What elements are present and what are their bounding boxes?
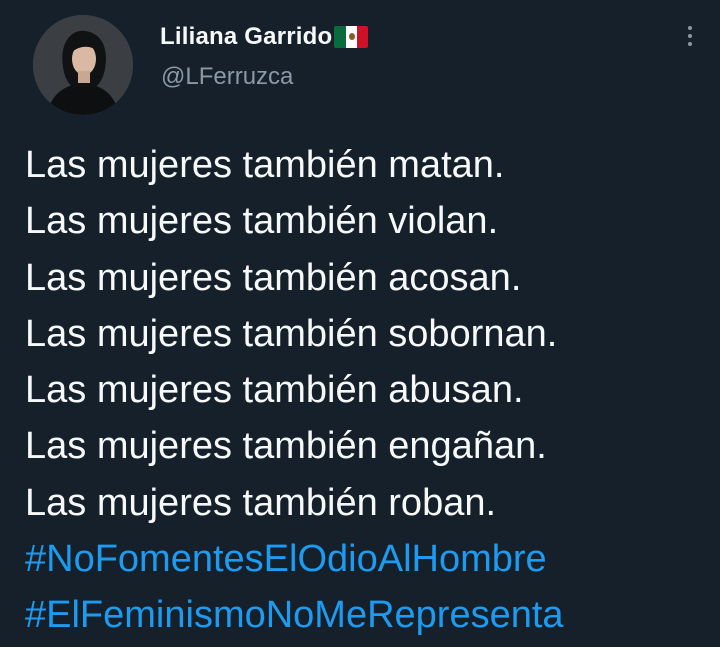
hashtag-link[interactable]: #NoFomentesElOdioAlHombre <box>25 531 715 587</box>
tweet-header: Liliana Garrido @LFerruzca <box>0 0 720 120</box>
tweet: Liliana Garrido @LFerruzca Las mujeres t… <box>0 0 720 647</box>
tweet-line: Las mujeres también engañan. <box>25 425 547 468</box>
author-name-row: Liliana Garrido <box>160 20 369 54</box>
more-options-icon[interactable] <box>680 22 700 52</box>
author-display-name[interactable]: Liliana Garrido <box>160 23 332 51</box>
tweet-text: Las mujeres también matan. Las mujeres t… <box>25 137 715 644</box>
tweet-line: Las mujeres también violan. <box>25 200 499 243</box>
tweet-line: Las mujeres también sobornan. <box>25 312 558 355</box>
author-handle[interactable]: @LFerruzca <box>161 63 293 91</box>
tweet-line: Las mujeres también matan. <box>25 144 505 186</box>
tweet-line: Las mujeres también roban. <box>25 481 497 524</box>
hashtag-link[interactable]: #ElFeminismoNoMeRepresenta <box>25 587 715 643</box>
mexico-flag-icon <box>334 26 369 48</box>
tweet-line: Las mujeres también abusan. <box>25 369 524 412</box>
avatar-image <box>33 15 133 115</box>
tweet-line: Las mujeres también acosan. <box>25 256 522 299</box>
avatar[interactable] <box>33 15 133 115</box>
